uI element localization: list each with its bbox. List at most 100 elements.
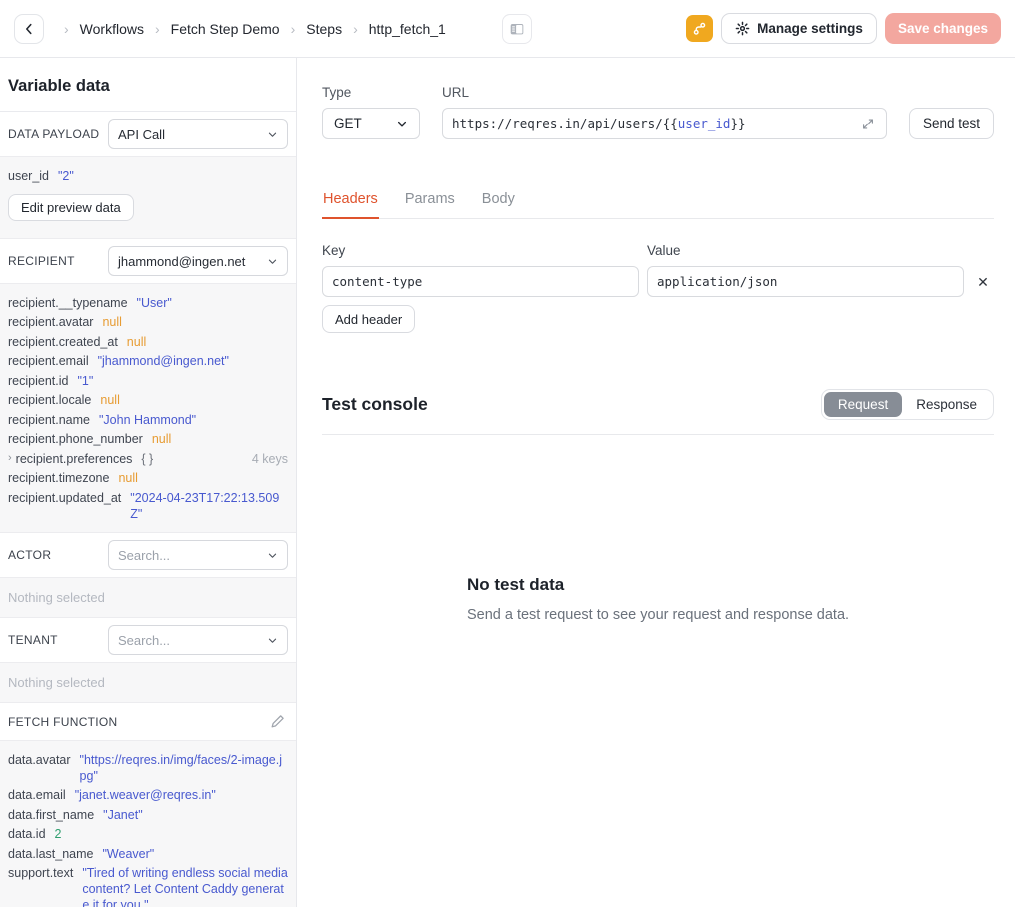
type-field: Type GET: [322, 85, 420, 139]
manage-settings-button[interactable]: Manage settings: [721, 13, 877, 44]
expand-url-editor-button[interactable]: [859, 115, 877, 133]
kv-key: recipient.phone_number: [8, 431, 143, 447]
chevron-left-icon: [22, 22, 36, 36]
value-column-label: Value: [647, 243, 964, 258]
actor-header: ACTOR Search...: [0, 533, 296, 577]
toggle-segment[interactable]: Response: [902, 392, 991, 417]
edit-preview-data-button[interactable]: Edit preview data: [8, 194, 134, 221]
data-payload-label: DATA PAYLOAD: [8, 127, 99, 141]
kv-key: recipient.id: [8, 373, 68, 389]
kv-key: recipient.name: [8, 412, 90, 428]
header-key-input[interactable]: [322, 266, 639, 297]
console-divider: [322, 434, 994, 435]
git-branch-icon: [692, 21, 707, 36]
kv-row: recipient.__typename "User": [8, 295, 288, 311]
chevron-down-icon: [267, 256, 278, 267]
kv-row: › recipient.preferences { } 4 keys: [8, 451, 288, 467]
kv-row: recipient.name "John Hammond": [8, 412, 288, 428]
fetch-function-header: FETCH FUNCTION: [0, 703, 296, 740]
breadcrumb-separator: ›: [64, 21, 69, 37]
kv-value: "https://reqres.in/img/faces/2-image.jpg…: [80, 752, 288, 784]
breadcrumb-item[interactable]: http_fetch_1: [369, 21, 446, 37]
tab[interactable]: Params: [404, 191, 456, 219]
empty-state-subtitle: Send a test request to see your request …: [467, 607, 849, 623]
kv-row: data.id 2: [8, 826, 288, 842]
variable-data-sidebar: Variable data DATA PAYLOAD API Call user…: [0, 58, 297, 907]
http-method-select[interactable]: GET: [322, 108, 420, 139]
kv-value: "1": [77, 373, 288, 389]
back-button[interactable]: [14, 14, 44, 44]
breadcrumb-item[interactable]: Workflows: [80, 21, 144, 37]
breadcrumb-item[interactable]: Fetch Step Demo: [171, 21, 280, 37]
panel-layout-icon: [508, 20, 526, 38]
data-payload-header: DATA PAYLOAD API Call: [0, 112, 296, 156]
breadcrumb-separator: ›: [353, 21, 358, 37]
recipient-header: RECIPIENT jhammond@ingen.net: [0, 239, 296, 283]
kv-key: data.avatar: [8, 752, 71, 768]
kv-row: recipient.updated_at "2024-04-23T17:22:1…: [8, 490, 288, 522]
kv-value: null: [102, 314, 288, 330]
kv-key: recipient.email: [8, 353, 89, 369]
save-changes-button: Save changes: [885, 13, 1001, 44]
request-response-toggle: Request Response: [821, 389, 994, 420]
request-row: Type GET URL https://reqres.in/api/users…: [322, 85, 994, 139]
kv-key: recipient.preferences: [16, 451, 133, 467]
expand-chevron-icon[interactable]: ›: [8, 451, 12, 467]
headers-editor: Key Value ✕ Add header: [322, 243, 994, 333]
type-label: Type: [322, 85, 420, 100]
http-method-value: GET: [334, 116, 362, 131]
data-payload-select[interactable]: API Call: [108, 119, 288, 149]
headers-column-labels: Key Value: [322, 243, 994, 258]
kv-row: recipient.locale null: [8, 392, 288, 408]
pencil-icon: [269, 713, 286, 730]
recipient-select[interactable]: jhammond@ingen.net: [108, 246, 288, 276]
header-value-input[interactable]: [647, 266, 964, 297]
chevron-down-icon: [267, 635, 278, 646]
edit-fetch-function-button[interactable]: [267, 711, 288, 732]
data-payload-kv-list: user_id "2": [8, 168, 288, 184]
chevron-down-icon: [267, 129, 278, 140]
remove-header-button[interactable]: ✕: [972, 275, 994, 289]
tab[interactable]: Body: [481, 191, 516, 219]
no-test-data-empty-state: No test data Send a test request to see …: [322, 575, 994, 623]
kv-value: null: [152, 431, 288, 447]
breadcrumb-item[interactable]: Steps: [306, 21, 342, 37]
kv-value: "Weaver": [102, 846, 288, 862]
send-test-button[interactable]: Send test: [909, 108, 994, 139]
header-row: ✕: [322, 266, 994, 297]
kv-row: recipient.timezone null: [8, 470, 288, 486]
kv-row: data.last_name "Weaver": [8, 846, 288, 862]
kv-key: recipient.created_at: [8, 334, 118, 350]
toggle-segment[interactable]: Request: [824, 392, 902, 417]
add-header-button[interactable]: Add header: [322, 305, 415, 333]
kv-value: "Janet": [103, 807, 288, 823]
manage-settings-label: Manage settings: [757, 21, 863, 36]
sidebar-toggle-button[interactable]: [502, 14, 532, 44]
test-console-title: Test console: [322, 394, 428, 415]
kv-row: recipient.email "jhammond@ingen.net": [8, 353, 288, 369]
actor-empty-state: Nothing selected: [0, 577, 296, 618]
kv-value: "janet.weaver@reqres.in": [75, 787, 288, 803]
kv-key: recipient.locale: [8, 392, 91, 408]
kv-row: data.first_name "Janet": [8, 807, 288, 823]
top-bar: › Workflows › Fetch Step Demo › Steps › …: [0, 0, 1015, 58]
kv-key: recipient.__typename: [8, 295, 128, 311]
url-input[interactable]: https://reqres.in/api/users/{{user_id}}: [442, 108, 887, 139]
tab[interactable]: Headers: [322, 191, 379, 219]
kv-value: "2024-04-23T17:22:13.509Z": [130, 490, 288, 522]
actor-search-select[interactable]: Search...: [108, 540, 288, 570]
empty-state-title: No test data: [467, 575, 849, 595]
tenant-header: TENANT Search...: [0, 618, 296, 662]
fetch-function-kv-list: data.avatar "https://reqres.in/img/faces…: [8, 752, 288, 907]
commit-changes-badge[interactable]: [686, 15, 713, 42]
kv-key: recipient.avatar: [8, 314, 93, 330]
url-label: URL: [442, 85, 887, 100]
kv-row: data.email "janet.weaver@reqres.in": [8, 787, 288, 803]
tenant-search-select[interactable]: Search...: [108, 625, 288, 655]
kv-value: 2: [55, 826, 288, 842]
gear-icon: [735, 21, 750, 36]
kv-key: data.email: [8, 787, 66, 803]
actor-search-placeholder: Search...: [118, 548, 170, 563]
close-icon: ✕: [977, 274, 989, 290]
kv-row: user_id "2": [8, 168, 288, 184]
